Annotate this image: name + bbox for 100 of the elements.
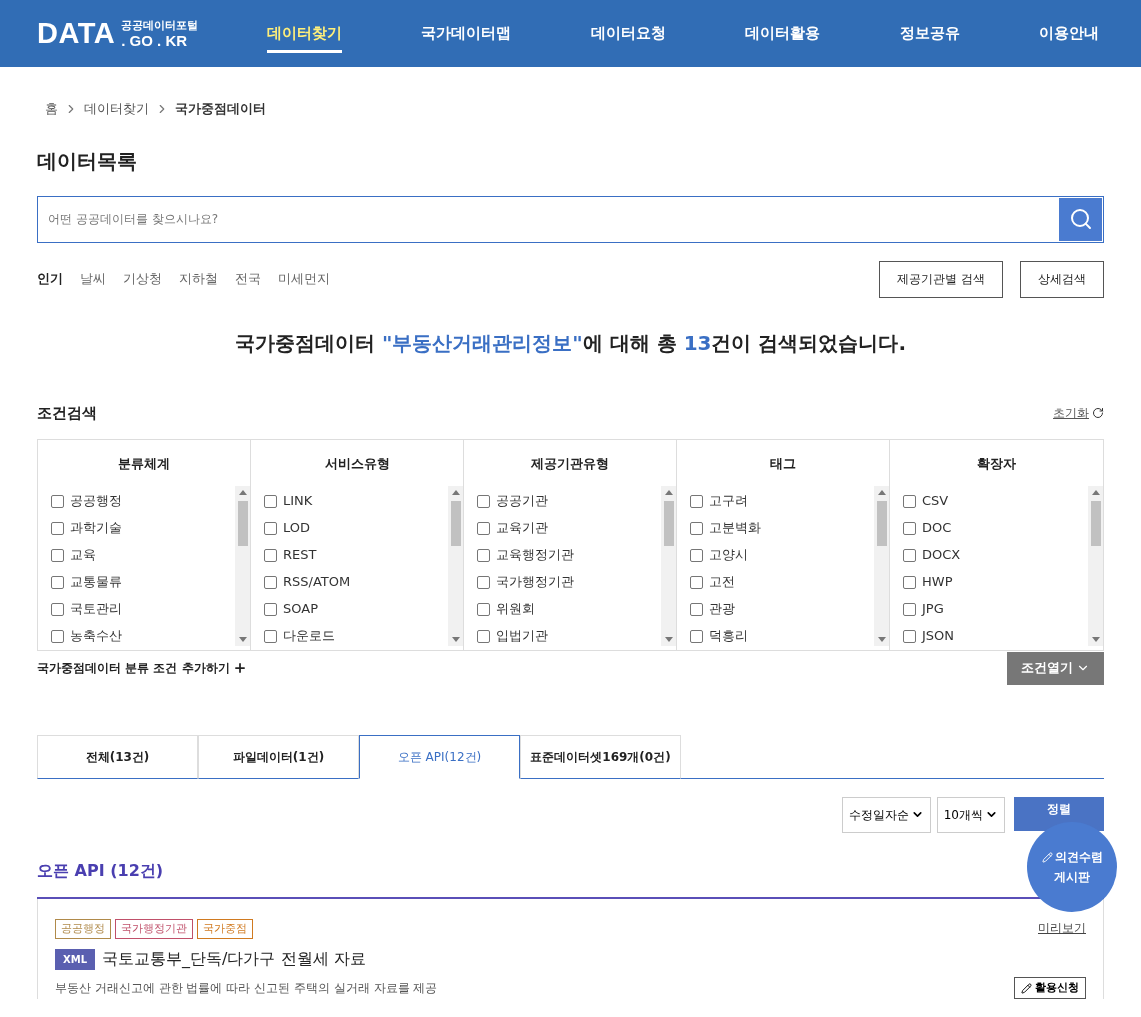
scrollbar[interactable]: [235, 485, 250, 646]
tab[interactable]: 표준데이터셋169개(0건): [520, 734, 681, 779]
page-title: 데이터목록: [37, 147, 138, 175]
checkbox[interactable]: [264, 575, 277, 589]
scrollbar[interactable]: [661, 485, 676, 646]
checkbox-label: 과학기술: [70, 519, 122, 538]
scrollbar-thumb[interactable]: [663, 500, 674, 546]
search-option-button[interactable]: 상세검색: [1020, 260, 1104, 298]
checkbox[interactable]: [264, 629, 277, 643]
checkbox[interactable]: [264, 494, 277, 508]
reset-link[interactable]: 초기화: [1053, 403, 1104, 422]
feedback-board-button[interactable]: 의견수렴 게시판: [1027, 822, 1117, 912]
checkbox[interactable]: [477, 494, 490, 508]
pencil-icon: [1041, 851, 1053, 863]
scroll-up-arrow-icon[interactable]: [1091, 489, 1100, 495]
nav-link[interactable]: 국가데이터맵: [421, 13, 512, 54]
checkbox[interactable]: [51, 521, 64, 535]
filter-column-title: 서비스유형: [323, 455, 391, 473]
breadcrumb-link[interactable]: 국가중점데이터: [175, 99, 266, 119]
keyword-link[interactable]: 미세먼지: [278, 269, 330, 289]
checkbox[interactable]: [903, 521, 916, 535]
reset-icon: [1092, 406, 1104, 419]
scroll-down-arrow-icon[interactable]: [877, 636, 886, 642]
checkbox[interactable]: [51, 494, 64, 508]
keyword-link[interactable]: 전국: [235, 269, 261, 289]
nav-link[interactable]: 정보공유: [899, 13, 960, 54]
search-option-button[interactable]: 제공기관별 검색: [879, 260, 1003, 298]
search-icon: [1068, 207, 1093, 231]
page-size-select[interactable]: 10개씩: [936, 796, 1005, 833]
logo[interactable]: DATA: [37, 11, 116, 56]
scroll-up-arrow-icon[interactable]: [877, 489, 886, 495]
scrollbar[interactable]: [448, 485, 463, 646]
checkbox[interactable]: [690, 629, 703, 643]
scrollbar[interactable]: [874, 485, 889, 646]
checkbox[interactable]: [477, 548, 490, 562]
checkbox[interactable]: [51, 629, 64, 643]
result-title[interactable]: 국토교통부_단독/다가구 전월세 자료: [102, 947, 366, 971]
filter-column-title: 태그: [769, 455, 797, 473]
checkbox[interactable]: [477, 521, 490, 535]
scrollbar-thumb[interactable]: [450, 500, 461, 546]
scroll-down-arrow-icon[interactable]: [664, 636, 673, 642]
checkbox[interactable]: [477, 602, 490, 616]
nav-link[interactable]: 데이터활용: [745, 13, 821, 54]
tab[interactable]: 파일데이터(1건): [198, 734, 359, 779]
scroll-down-arrow-icon[interactable]: [1091, 636, 1100, 642]
checkbox[interactable]: [690, 575, 703, 589]
apply-button[interactable]: 활용신청: [1014, 977, 1086, 999]
checkbox[interactable]: [903, 548, 916, 562]
scrollbar-thumb[interactable]: [876, 500, 887, 546]
checkbox[interactable]: [51, 575, 64, 589]
scroll-down-arrow-icon[interactable]: [238, 636, 247, 642]
keyword-link[interactable]: 날씨: [80, 269, 106, 289]
search-field[interactable]: 어떤 공공데이터를 찾으시나요?: [37, 195, 1104, 243]
checkbox-label: 입법기관: [496, 627, 548, 646]
nav-link[interactable]: 데이터찾기: [267, 13, 342, 54]
checkbox[interactable]: [477, 629, 490, 643]
checkbox-label: HWP: [922, 573, 953, 592]
checkbox[interactable]: [690, 494, 703, 508]
scroll-down-arrow-icon[interactable]: [451, 636, 460, 642]
checkbox[interactable]: [903, 575, 916, 589]
checkbox-label: LOD: [283, 519, 311, 538]
scrollbar[interactable]: [1088, 485, 1103, 646]
breadcrumb-link[interactable]: 데이터찾기: [84, 99, 149, 119]
checkbox[interactable]: [51, 602, 64, 616]
checkbox-label: 덕흥리: [709, 627, 748, 646]
checkbox-label: 농축수산: [70, 627, 122, 646]
add-condition-link[interactable]: 국가중점데이터 분류 조건 추가하기: [37, 659, 247, 677]
preview-link[interactable]: 미리보기: [1038, 918, 1086, 937]
scroll-up-arrow-icon[interactable]: [664, 489, 673, 495]
sort-order-select[interactable]: 수정일자순: [841, 796, 931, 833]
keyword-link[interactable]: 기상청: [123, 269, 162, 289]
scroll-up-arrow-icon[interactable]: [238, 489, 247, 495]
filter-column-title: 제공기관유형: [530, 455, 610, 473]
scroll-up-arrow-icon[interactable]: [451, 489, 460, 495]
breadcrumb-link[interactable]: 홈: [45, 99, 58, 119]
checkbox-label: 관광: [709, 600, 735, 619]
open-conditions-button[interactable]: 조건열기: [1007, 651, 1104, 685]
tab[interactable]: 오픈 API(12건): [359, 734, 520, 779]
keyword-link[interactable]: 지하철: [179, 269, 218, 289]
checkbox[interactable]: [690, 548, 703, 562]
search-input[interactable]: 어떤 공공데이터를 찾으시나요?: [38, 210, 1059, 228]
checkbox[interactable]: [903, 494, 916, 508]
checkbox[interactable]: [690, 602, 703, 616]
checkbox[interactable]: [903, 629, 916, 643]
checkbox[interactable]: [51, 548, 64, 562]
sort-button[interactable]: 정렬: [1014, 796, 1104, 831]
nav-link[interactable]: 이용안내: [1038, 13, 1099, 54]
checkbox[interactable]: [264, 521, 277, 535]
tab[interactable]: 전체(13건): [37, 734, 198, 779]
checkbox[interactable]: [690, 521, 703, 535]
checkbox-label: 국토관리: [70, 600, 122, 619]
checkbox[interactable]: [264, 548, 277, 562]
scrollbar-thumb[interactable]: [1090, 500, 1101, 546]
checkbox[interactable]: [903, 602, 916, 616]
filter-title: 조건검색: [37, 402, 97, 424]
search-button[interactable]: [1059, 197, 1102, 241]
nav-link[interactable]: 데이터요청: [590, 13, 666, 54]
scrollbar-thumb[interactable]: [237, 500, 248, 546]
checkbox[interactable]: [264, 602, 277, 616]
checkbox[interactable]: [477, 575, 490, 589]
